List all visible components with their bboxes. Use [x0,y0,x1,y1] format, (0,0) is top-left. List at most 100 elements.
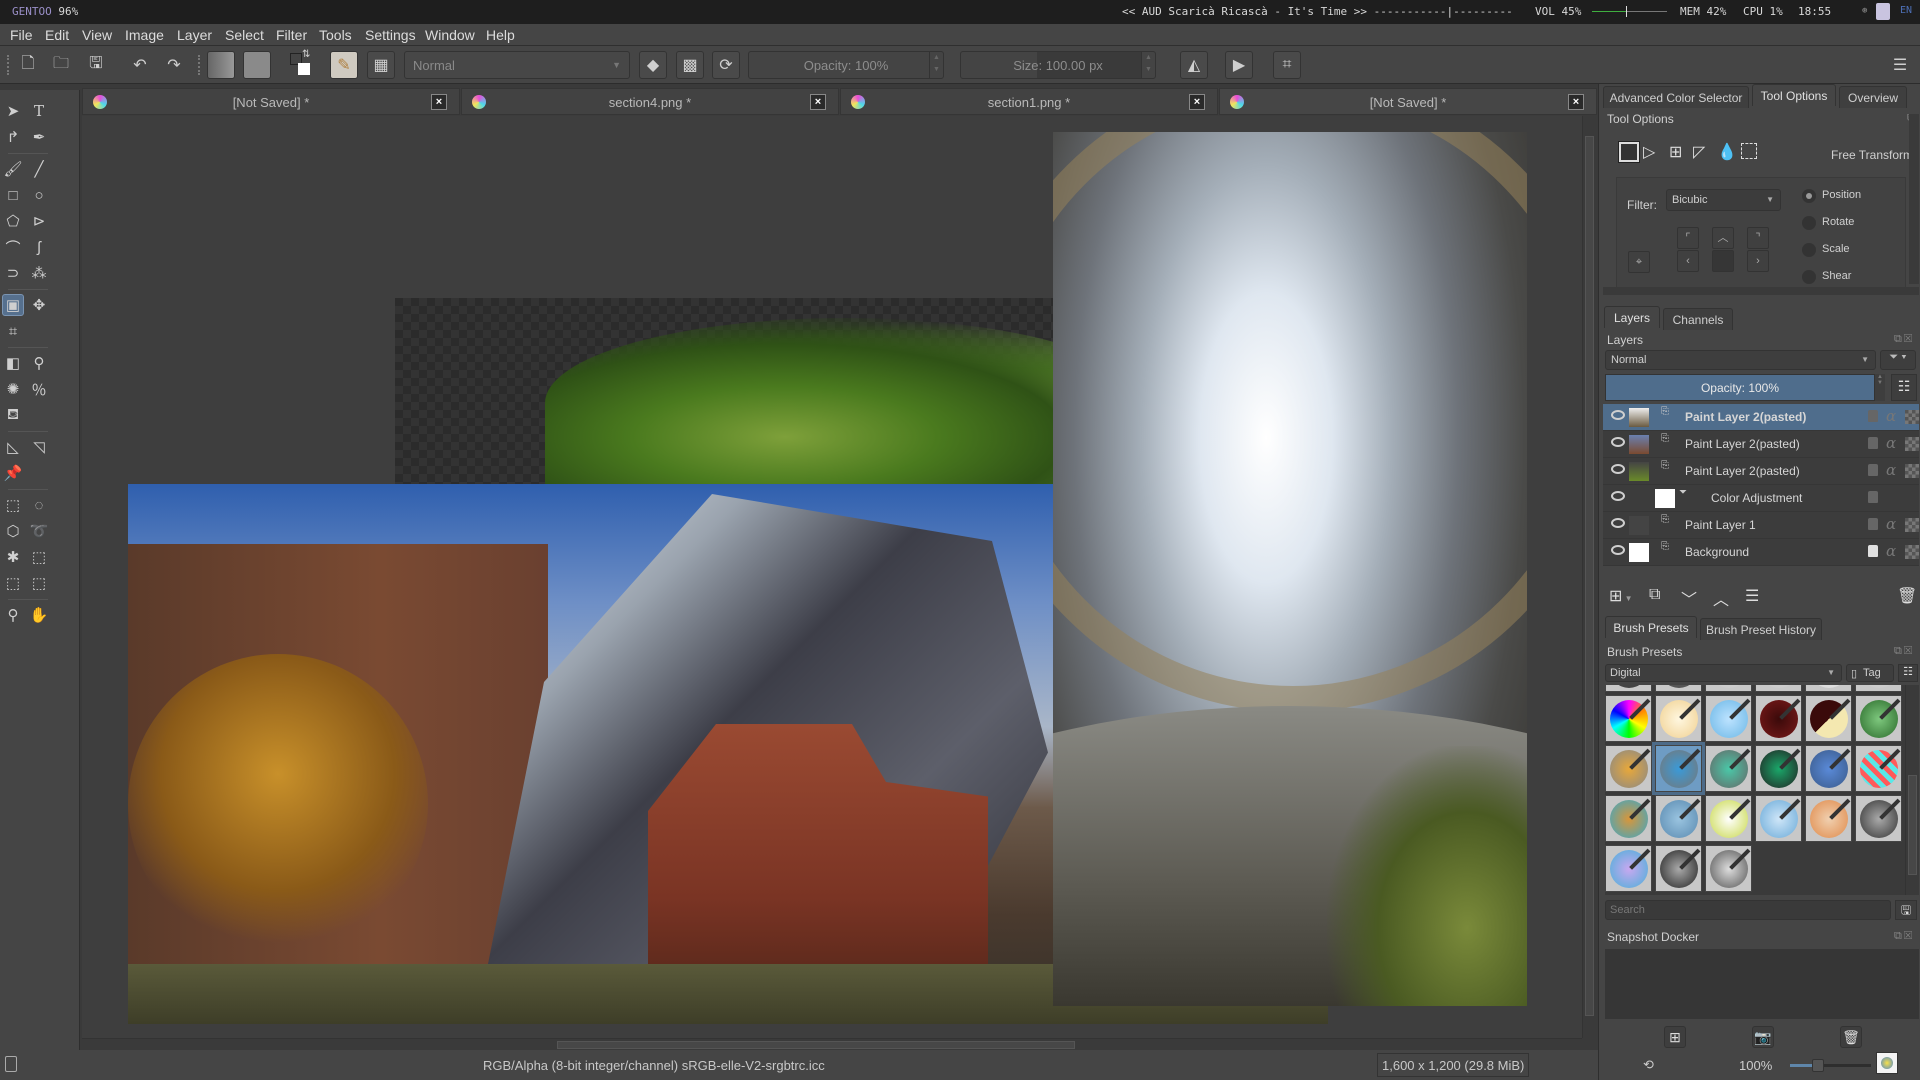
layer-blend-mode-dropdown[interactable]: Normal ▼ [1605,350,1876,370]
ellipse-tool[interactable]: ○ [28,184,50,206]
lock-icon[interactable] [1868,410,1878,422]
opacity-spin[interactable]: ▲ ▼ [929,52,943,78]
new-document-button[interactable]: 🗋 [14,51,42,79]
brush-view-menu-button[interactable]: ☷ [1898,664,1918,682]
tab-overview[interactable]: Overview [1839,86,1907,108]
delete-layer-button[interactable]: 🗑 [1897,586,1917,606]
delete-snapshot-button[interactable]: 🗑 [1840,1026,1862,1048]
docker-float-close-icons[interactable]: ⧉☒ [1894,333,1914,346]
layer-properties-menu-button[interactable]: ☷ [1891,374,1917,401]
layer-row[interactable]: ⎘ Background α [1603,539,1919,566]
lock-icon[interactable] [1868,491,1878,503]
brush-preset-tile[interactable] [1755,745,1802,792]
menu-window[interactable]: Window [425,27,475,43]
close-tab-button[interactable]: × [1189,94,1205,110]
reload-preset-button[interactable]: ⟳ [712,51,740,79]
document-tab[interactable]: [Not Saved] * × [82,88,460,115]
polygonal-selection-tool[interactable]: ⬡ [2,520,24,542]
fern-image-layer[interactable] [395,298,1145,488]
freehand-path-tool[interactable]: ʃ [28,236,50,258]
color-swap-widget[interactable]: ⇅ [286,49,314,79]
brush-preset-tile[interactable] [1855,795,1902,842]
layer-row[interactable]: ⎘ Paint Layer 2(pasted) α [1603,458,1919,485]
workspace-indicator[interactable]: GENTOO 96% [12,5,78,18]
scrollbar-thumb[interactable] [1908,775,1917,875]
visibility-eye-icon[interactable] [1611,545,1625,555]
transform-tool[interactable]: ▣ [2,294,24,316]
brush-preset-tile[interactable] [1652,742,1705,795]
layer-row[interactable]: ⎘ Paint Layer 2(pasted) α [1603,404,1919,431]
brush-preset-tile[interactable] [1705,845,1752,892]
image-size-label[interactable]: 1,600 x 1,200 (29.8 MiB) [1377,1053,1530,1077]
brush-preset-tile[interactable] [1755,795,1802,842]
freehand-brush-tool[interactable]: 🖌 [2,158,24,180]
alpha-lock-icon[interactable]: α [1886,434,1896,452]
undo-button[interactable]: ↶ [126,51,154,79]
colorize-mask-tool[interactable]: ％ [28,378,50,400]
brush-preset-tile[interactable] [1705,795,1752,842]
anchor-center[interactable] [1712,250,1734,272]
brush-preset-tile[interactable] [1605,695,1652,742]
lock-icon[interactable] [1868,545,1878,557]
save-button[interactable]: 🖫 [82,51,110,79]
blend-mode-dropdown[interactable]: Normal ▼ [404,51,630,79]
inherit-alpha-icon[interactable] [1905,464,1919,478]
anchor-top[interactable]: ︿ [1712,227,1734,249]
bezier-selection-tool[interactable]: ⬚ [2,572,24,594]
background-color[interactable] [298,63,310,75]
inherit-alpha-icon[interactable] [1905,410,1919,424]
brush-preset-button[interactable]: ✎ [330,51,358,79]
visibility-eye-icon[interactable] [1611,464,1625,474]
move-layer-up-button[interactable]: ︿ [1713,586,1729,610]
tab-layers[interactable]: Layers [1604,306,1660,328]
duplicate-layer-button[interactable]: ⧉ [1649,586,1660,604]
open-document-button[interactable]: 🗀 [47,51,75,79]
color-picker-tool[interactable]: ⚲ [28,352,50,374]
opacity-spin[interactable]: ▲ ▼ [1875,374,1885,401]
inherit-alpha-icon[interactable] [1905,437,1919,451]
gradient-tool[interactable]: ◧ [2,352,24,374]
mirror-vertical-button[interactable]: ▶ [1225,51,1253,79]
preserve-alpha-button[interactable]: ▩ [676,51,704,79]
visibility-eye-icon[interactable] [1611,518,1625,528]
document-tab[interactable]: section4.png * × [461,88,839,115]
brush-preset-tile[interactable] [1805,695,1852,742]
layer-row[interactable]: ⏷ Color Adjustment [1603,485,1919,512]
measure-tool[interactable]: ◹ [28,436,50,458]
zoom-tool[interactable]: ⚲ [2,604,24,626]
brush-preset-tile[interactable] [1705,745,1752,792]
tab-brush-presets[interactable]: Brush Presets [1605,616,1697,638]
selection-status-icon[interactable] [5,1056,17,1072]
scale-radio[interactable] [1802,243,1816,257]
alpha-lock-icon[interactable]: α [1886,407,1896,425]
canvas-area[interactable] [82,116,1582,1038]
toolbar-grip[interactable] [7,55,11,75]
brush-preset-tile[interactable] [1655,695,1702,742]
lock-icon[interactable] [1868,464,1878,476]
workspace-button[interactable]: ▦ [367,51,395,79]
docker-float-close-icons[interactable]: ⧉☒ [1894,645,1914,658]
anchor-top-right[interactable]: ⌝ [1747,227,1769,249]
gradient-selector[interactable] [207,51,235,79]
zoom-slider[interactable] [1790,1059,1871,1072]
canvas-preview-icon[interactable] [1876,1052,1898,1074]
brush-preset-tile[interactable] [1805,745,1852,792]
dynamic-brush-tool[interactable]: ⊃ [2,262,24,284]
volume-slider[interactable] [1592,6,1667,17]
size-spin[interactable]: ▲ ▼ [1141,52,1155,78]
scrollbar-thumb[interactable] [557,1041,1075,1049]
brush-preset-tile[interactable] [1605,795,1652,842]
tray-network-icon[interactable]: ⊛ [1862,6,1874,18]
text-tool[interactable]: T [28,100,50,122]
move-layer-down-button[interactable]: ﹀ [1681,586,1697,610]
close-tab-button[interactable]: × [431,94,447,110]
shear-radio[interactable] [1802,270,1816,284]
size-slider[interactable]: Size: 100.00 px ▲ ▼ [960,51,1156,79]
tool-options-vscrollbar[interactable] [1909,114,1919,284]
brush-preset-tile[interactable] [1855,745,1902,792]
alpha-lock-icon[interactable]: α [1886,542,1896,560]
smart-patch-tool[interactable]: ✺ [2,378,24,400]
filter-dropdown[interactable]: Bicubic ▼ [1666,189,1781,211]
elliptical-selection-tool[interactable]: ◌ [28,494,50,516]
tab-channels[interactable]: Channels [1663,308,1733,330]
